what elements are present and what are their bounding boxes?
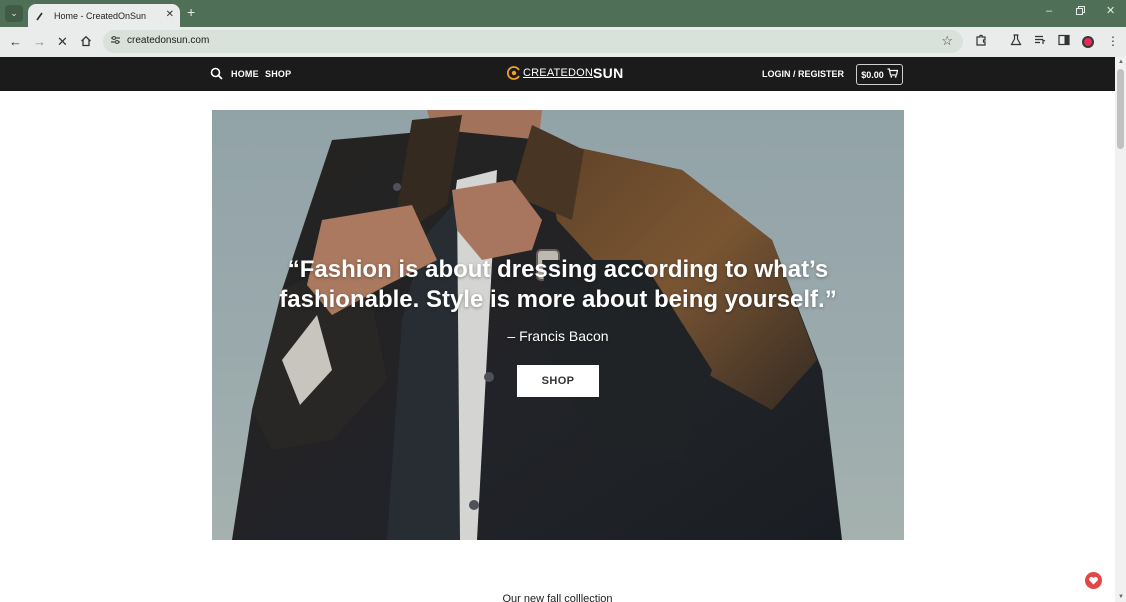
browser-toolbar: ← → ✕ createdonsun.com ☆ ⋮ [0, 27, 1126, 57]
back-icon[interactable]: ← [9, 35, 22, 48]
tab-title: Home - CreatedOnSun [54, 10, 147, 21]
tab-list-icon[interactable]: ⌄ [5, 5, 23, 22]
login-register-link[interactable]: LOGIN / REGISTER [762, 69, 844, 79]
collection-heading: Our new fall colllection [502, 593, 613, 602]
browser-tab-bar: ⌄ Home - CreatedOnSun ✕ + – ✕ [0, 0, 1126, 27]
hero-shop-button[interactable]: SHOP [517, 365, 599, 397]
page-viewport: HOME SHOP CREATEDON SUN LOGIN / REGISTER… [0, 57, 1115, 602]
hero-quote: “Fashion is about dressing according to … [212, 255, 904, 315]
browser-tab[interactable]: Home - CreatedOnSun ✕ [28, 4, 180, 27]
nav-shop[interactable]: SHOP [265, 69, 291, 79]
cart-button[interactable]: $0.00 [856, 64, 903, 85]
hero-quote-line-2: fashionable. Style is more about being y… [279, 286, 837, 313]
favicon-icon [35, 11, 45, 21]
home-icon[interactable] [80, 35, 92, 49]
logo-text: CREATEDON [523, 67, 594, 79]
labs-icon[interactable] [1010, 34, 1022, 49]
logo-text-sun: SUN [593, 65, 624, 81]
site-info-icon[interactable] [110, 35, 121, 48]
sun-logo-icon [507, 66, 520, 80]
extensions-icon[interactable] [975, 34, 987, 49]
nav-home[interactable]: HOME [231, 69, 259, 79]
site-logo[interactable]: CREATEDON SUN [507, 65, 624, 81]
media-icon[interactable] [1034, 34, 1046, 49]
minimize-icon[interactable]: – [1046, 6, 1052, 17]
hero-image [212, 110, 904, 540]
cart-total: $0.00 [861, 69, 884, 80]
star-icon[interactable]: ☆ [941, 33, 953, 49]
forward-icon[interactable]: → [33, 35, 46, 48]
feedback-widget-icon[interactable] [1085, 572, 1102, 589]
scrollbar-thumb[interactable] [1117, 69, 1124, 149]
hero-banner: “Fashion is about dressing according to … [212, 110, 904, 540]
scroll-down-icon[interactable]: ▼ [1118, 594, 1124, 600]
hero-author: – Francis Bacon [507, 328, 609, 344]
address-bar[interactable]: createdonsun.com ☆ [103, 30, 963, 53]
site-header: HOME SHOP CREATEDON SUN LOGIN / REGISTER… [0, 57, 1115, 91]
scroll-up-icon[interactable]: ▲ [1118, 59, 1124, 65]
cart-icon [887, 68, 899, 81]
close-icon[interactable]: ✕ [166, 9, 174, 20]
search-icon[interactable] [210, 67, 223, 80]
hero-quote-line-1: “Fashion is about dressing according to … [287, 256, 829, 283]
new-tab-icon[interactable]: + [187, 5, 195, 19]
url-text[interactable]: createdonsun.com [127, 35, 209, 46]
window-close-icon[interactable]: ✕ [1106, 6, 1115, 17]
page-scrollbar[interactable]: ▲ ▼ [1115, 57, 1126, 602]
profile-icon[interactable] [1082, 36, 1094, 48]
stop-icon[interactable]: ✕ [57, 35, 68, 48]
menu-icon[interactable]: ⋮ [1107, 34, 1119, 48]
restore-icon[interactable] [1076, 6, 1085, 18]
side-panel-icon[interactable] [1058, 34, 1070, 49]
